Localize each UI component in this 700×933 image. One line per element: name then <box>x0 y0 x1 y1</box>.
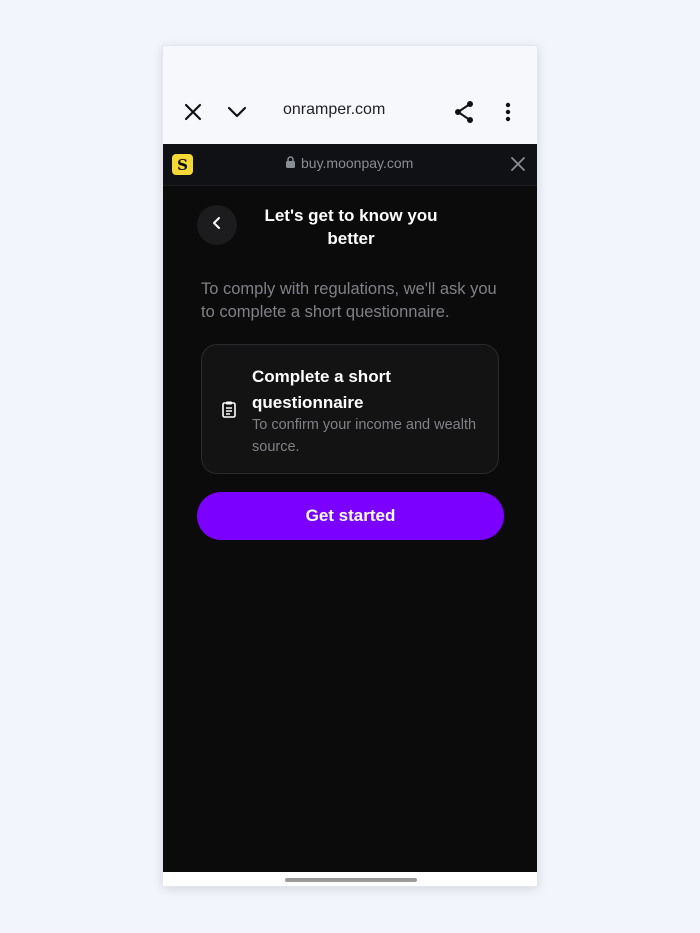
system-nav-bar <box>163 872 537 886</box>
phone-frame: onramper.com S buy.moonpay.com Let's get… <box>162 45 538 887</box>
more-vert-icon[interactable] <box>494 98 522 126</box>
sheet-header: S buy.moonpay.com <box>163 144 537 186</box>
intro-text: To comply with regulations, we'll ask yo… <box>201 280 497 321</box>
share-icon[interactable] <box>450 98 478 126</box>
clipboard-icon <box>220 400 238 418</box>
chevron-down-icon[interactable] <box>223 98 251 126</box>
card-title: Complete a short questionnaire <box>252 367 391 412</box>
questionnaire-card[interactable]: Complete a short questionnaire To confir… <box>201 344 499 474</box>
page-title: Let's get to know you better <box>264 206 438 248</box>
sheet-url-text: buy.moonpay.com <box>301 155 414 171</box>
app-logo: S <box>172 154 193 175</box>
home-indicator[interactable] <box>285 878 417 882</box>
browser-url[interactable]: onramper.com <box>283 101 385 119</box>
lock-icon <box>285 155 296 171</box>
moonpay-sheet: S buy.moonpay.com Let's get to know you … <box>163 144 537 872</box>
card-subtitle: To confirm your income and wealth source… <box>252 417 477 455</box>
get-started-button[interactable]: Get started <box>197 492 504 540</box>
sheet-close-icon[interactable] <box>509 155 527 173</box>
close-icon[interactable] <box>179 98 207 126</box>
back-button[interactable] <box>197 205 237 245</box>
browser-toolbar: onramper.com <box>163 46 537 144</box>
sheet-url-bar: buy.moonpay.com <box>285 155 413 171</box>
chevron-left-icon <box>212 216 222 235</box>
